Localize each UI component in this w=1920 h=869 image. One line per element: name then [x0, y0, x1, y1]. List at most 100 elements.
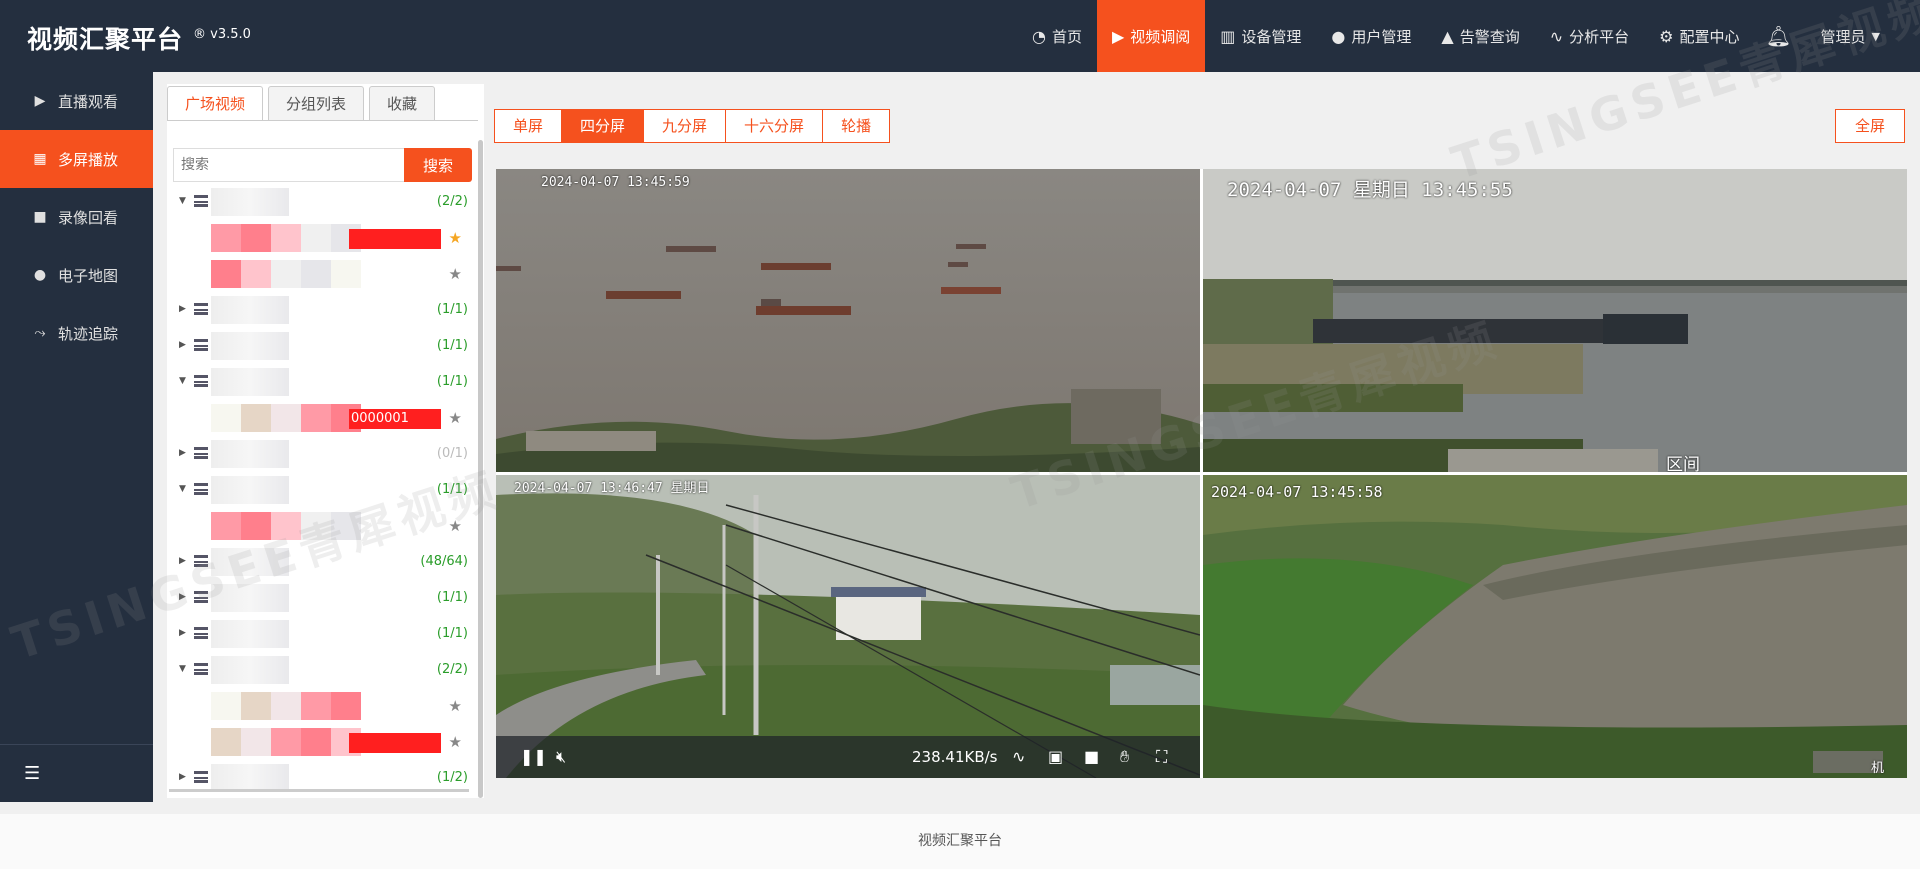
sidebar-item-multiscreen[interactable]: ▦ 多屏播放	[0, 130, 153, 188]
mode-quad-button[interactable]: 四分屏	[561, 109, 645, 143]
list-icon	[194, 375, 208, 387]
search-button[interactable]: 搜索	[404, 148, 472, 182]
masked-pixel	[271, 404, 301, 432]
sidebar-item-playback[interactable]: ■ 录像回看	[0, 188, 153, 246]
tree-group-row[interactable]: ▼ (2/2)	[167, 184, 476, 220]
masked-name	[211, 368, 289, 396]
user-menu[interactable]: 管理员 ▼	[1803, 0, 1920, 72]
favorite-star-icon[interactable]: ★	[449, 733, 462, 751]
favorite-star-icon[interactable]: ★	[449, 409, 462, 427]
video-pane-2[interactable]: 2024-04-07 星期日 13:45:55 区间	[1203, 169, 1907, 472]
mode-single-button[interactable]: 单屏	[494, 109, 563, 143]
caret-right-icon[interactable]: ▶	[179, 448, 186, 458]
favorite-star-icon[interactable]: ★	[449, 265, 462, 283]
video-frame-village-powerlines	[496, 475, 1200, 778]
fullscreen-icon[interactable]: ⛶	[1156, 747, 1167, 767]
video-timestamp: 2024-04-07 星期日 13:45:55	[1227, 179, 1513, 201]
nav-analysis-platform[interactable]: ∿ 分析平台	[1535, 0, 1644, 72]
tree-group-row[interactable]: ▶ (1/1)	[167, 328, 476, 364]
caret-down-icon[interactable]: ▼	[179, 484, 186, 494]
masked-pixel	[241, 260, 271, 288]
tab-square-video[interactable]: 广场视频	[167, 86, 264, 121]
tree-channel-row[interactable]: ★	[167, 508, 476, 544]
caret-right-icon[interactable]: ▶	[179, 340, 186, 350]
nav-device-management[interactable]: ▥ 设备管理	[1205, 0, 1316, 72]
tree-group-row[interactable]: ▶ (48/64)	[167, 544, 476, 580]
nav-config-center[interactable]: ⚙ 配置中心	[1644, 0, 1754, 72]
tree-channel-row[interactable]: 0000001 ★	[167, 400, 476, 436]
tree-vertical-scrollbar[interactable]	[478, 140, 483, 798]
nav-alarm-query[interactable]: ▲ 告警查询	[1426, 0, 1534, 72]
favorite-star-icon[interactable]: ★	[449, 697, 462, 715]
device-tree: ▼ (2/2) ★ ★ ▶ (1/1) ▶ (1/1) ▼ (1/1) 0000001 ★ ▶ (0/1)…	[167, 184, 476, 792]
fullscreen-button[interactable]: 全屏	[1835, 109, 1906, 143]
tree-group-row[interactable]: ▶ (1/1)	[167, 292, 476, 328]
sidebar-item-map[interactable]: ● 电子地图	[0, 246, 153, 304]
ptz-icon[interactable]: ✋︎	[1120, 747, 1129, 767]
play-circle-icon: ▶	[34, 93, 46, 109]
caret-down-icon[interactable]: ▼	[179, 664, 186, 674]
caret-down-icon[interactable]: ▼	[179, 376, 186, 386]
caret-right-icon[interactable]: ▶	[179, 304, 186, 314]
tab-favorites[interactable]: 收藏	[369, 86, 436, 121]
masked-name	[211, 476, 289, 504]
video-camera-icon: ■	[33, 209, 47, 225]
tree-group-row[interactable]: ▼ (2/2)	[167, 652, 476, 688]
nav-home[interactable]: ◔ 首页	[1017, 0, 1097, 72]
device-tree-panel: 广场视频 分组列表 收藏 搜索 ▼ (2/2) ★ ★ ▶ (1/1) ▶ (1/1) ▼ (1/…	[167, 84, 484, 798]
caret-right-icon[interactable]: ▶	[179, 628, 186, 638]
channel-label	[349, 229, 441, 249]
caret-down-icon[interactable]: ▼	[179, 196, 186, 206]
mode-nine-button[interactable]: 九分屏	[643, 109, 727, 143]
search-input[interactable]	[173, 148, 404, 182]
nav-user-management[interactable]: ● 用户管理	[1316, 0, 1426, 72]
tree-group-row[interactable]: ▼ (1/1)	[167, 472, 476, 508]
list-icon	[194, 663, 208, 675]
favorite-star-icon[interactable]: ★	[449, 517, 462, 535]
tree-horizontal-scrollbar[interactable]	[169, 789, 469, 792]
masked-name	[211, 188, 289, 216]
video-pane-4[interactable]: 2024-04-07 13:45:58 机	[1203, 475, 1907, 778]
nav-video-view[interactable]: ▶ 视频调阅	[1096, 0, 1206, 72]
tree-group-row[interactable]: ▶ (1/1)	[167, 580, 476, 616]
tree-channel-row[interactable]: ★	[167, 688, 476, 724]
notification-bell[interactable]: 🔔︎	[1755, 0, 1803, 72]
tree-channel-row[interactable]: ★	[167, 724, 476, 760]
masked-pixel	[241, 728, 271, 756]
sidebar-item-live[interactable]: ▶ 直播观看	[0, 72, 153, 130]
tree-group-row[interactable]: ▶ (0/1)	[167, 436, 476, 472]
mode-carousel-button[interactable]: 轮播	[822, 109, 891, 143]
masked-pixel	[331, 692, 361, 720]
caret-right-icon[interactable]: ▶	[179, 556, 186, 566]
player-control-bar: ❚❚ 🔇︎ 238.41KB/s ∿ ▣ ■ ✋︎ ⛶	[496, 736, 1200, 778]
pause-icon[interactable]: ❚❚	[520, 747, 547, 766]
map-pin-icon: ●	[33, 267, 47, 283]
favorite-star-icon[interactable]: ★	[449, 229, 462, 247]
sidebar-item-track[interactable]: ⤳ 轨迹追踪	[0, 304, 153, 362]
tree-group-row[interactable]: ▶ (1/1)	[167, 616, 476, 652]
mute-icon[interactable]: 🔇︎	[556, 747, 566, 767]
mode-sixteen-button[interactable]: 十六分屏	[725, 109, 824, 143]
snapshot-icon[interactable]: ▣	[1048, 747, 1063, 766]
video-pane-3[interactable]: 2024-04-07 13:46:47 星期日 ❚❚ 🔇︎ 238.41KB/s…	[496, 475, 1200, 778]
play-circle-icon: ▶	[1111, 26, 1125, 46]
video-caption: 区间	[1666, 455, 1700, 472]
tree-group-row[interactable]: ▶ (1/2)	[167, 760, 476, 792]
sidebar-collapse-button[interactable]: ☰	[0, 744, 153, 802]
masked-name	[211, 656, 289, 684]
list-icon	[194, 627, 208, 639]
waveform-icon[interactable]: ∿	[1012, 747, 1025, 766]
record-icon[interactable]: ■	[1084, 747, 1099, 766]
tab-group-list[interactable]: 分组列表	[268, 86, 365, 121]
tab-divider	[167, 120, 478, 121]
tree-channel-row[interactable]: ★	[167, 256, 476, 292]
caret-right-icon[interactable]: ▶	[179, 772, 186, 782]
tree-group-row[interactable]: ▼ (1/1)	[167, 364, 476, 400]
masked-pixel	[241, 692, 271, 720]
channel-label	[349, 733, 441, 753]
caret-right-icon[interactable]: ▶	[179, 592, 186, 602]
tree-channel-row[interactable]: ★	[167, 220, 476, 256]
video-frame-riverbank-trees	[1203, 475, 1907, 778]
video-pane-1[interactable]: 2024-04-07 13:45:59	[496, 169, 1200, 472]
tree-search: 搜索	[173, 148, 472, 182]
